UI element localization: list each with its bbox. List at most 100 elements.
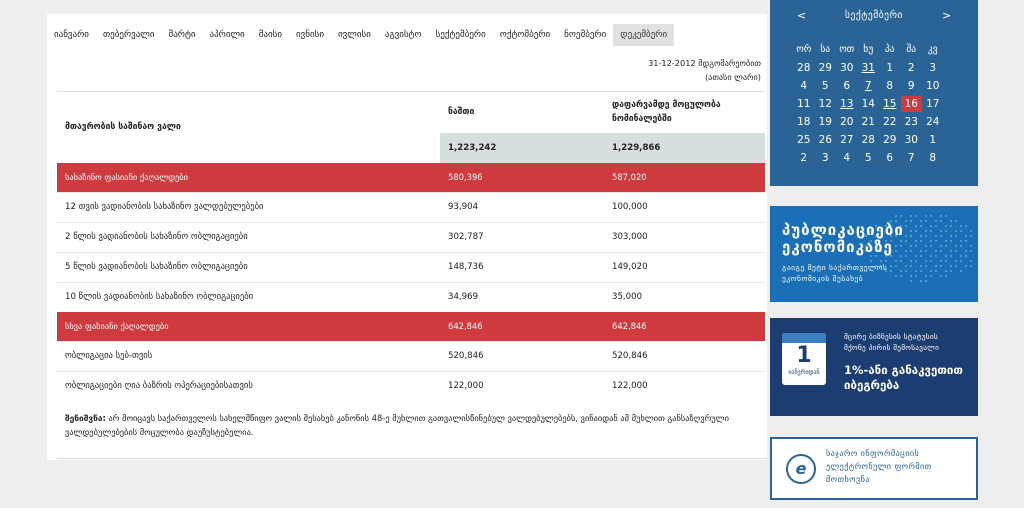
calendar-day[interactable]: 6 [879,150,901,166]
calendar-day[interactable]: 28 [793,60,815,76]
map-dot [915,270,917,272]
month-tabs: იანვარი თებერვალი მარტი აპრილი მაისი ივნ… [47,24,675,46]
calendar-day[interactable]: 13 [836,96,858,112]
calendar-day[interactable]: 7 [858,78,880,94]
calendar-day[interactable]: 14 [858,96,880,112]
map-dot [900,215,902,217]
calendar-day[interactable]: 28 [858,132,880,148]
calendar-day[interactable]: 8 [922,150,944,166]
map-dot [960,255,962,257]
map-dot [890,225,892,227]
tab-month-july[interactable]: ივლისი [331,24,378,46]
note-label: შენიშვნა: [65,413,106,423]
calendar-day[interactable]: 30 [836,60,858,76]
map-dot [925,230,927,232]
map-dot [960,240,962,242]
calendar-day[interactable]: 8 [879,78,901,94]
small-business-banner[interactable]: 1 იანვრიდან მცირე ბიზნესის სტატუსის მქონ… [770,318,978,416]
tab-month-february[interactable]: თებერვალი [96,24,162,46]
map-dot [900,245,902,247]
calendar-day[interactable]: 2 [901,60,923,76]
calendar-day[interactable]: 3 [815,150,837,166]
calendar-day[interactable]: 23 [901,114,923,130]
calendar-day[interactable]: 29 [815,60,837,76]
tab-month-may[interactable]: მაისი [252,24,289,46]
e-letter-icon: e [786,454,816,484]
calendar-day[interactable]: 25 [793,132,815,148]
calendar-day[interactable]: 7 [901,150,923,166]
calendar-day[interactable]: 16 [900,96,922,112]
tab-month-december[interactable]: დეკემბერი [613,24,675,46]
map-dot [945,245,947,247]
map-dot [905,240,907,242]
calendar-day[interactable]: 24 [922,114,944,130]
tab-month-april[interactable]: აპრილი [203,24,252,46]
tab-month-march[interactable]: მარტი [162,24,203,46]
map-dot [955,260,957,262]
calendar-day[interactable]: 22 [879,114,901,130]
calendar-day[interactable]: 6 [836,78,858,94]
calendar-day[interactable]: 1 [879,60,901,76]
calendar-day[interactable]: 17 [922,96,944,112]
calendar-day[interactable]: 3 [922,60,944,76]
map-dot [890,240,892,242]
calendar-day[interactable]: 29 [879,132,901,148]
calendar-next-button[interactable]: > [942,9,951,22]
map-dot [895,230,897,232]
divider [57,458,767,459]
calendar-day[interactable]: 19 [815,114,837,130]
map-dot [970,265,972,267]
calendar-day[interactable]: 30 [901,132,923,148]
e-request-banner[interactable]: e საჯარო ინფორმაციის ელექტრონული ფორმით … [770,437,978,500]
calendar-day[interactable]: 2 [793,150,815,166]
tab-month-september[interactable]: სექტემბერი [429,24,493,46]
publications-title: პუბლიკაციები ეკონომიკაზე [782,221,904,256]
calendar-day[interactable]: 26 [815,132,837,148]
table-row: ობლიგაცია სებ-თვის 520,846 520,846 [57,340,765,371]
calendar-day[interactable]: 10 [922,78,944,94]
calendar-day[interactable]: 31 [858,60,880,76]
map-dot [935,240,937,242]
column-header-nominal: დაფარვამდე მოცულობა ნომინალებში [604,90,765,133]
calendar-day[interactable]: 11 [793,96,815,112]
map-dot [940,265,942,267]
map-dot [965,250,967,252]
calendar-day[interactable]: 5 [815,78,837,94]
calendar-day[interactable]: 20 [836,114,858,130]
map-dot [865,245,867,247]
tab-month-august[interactable]: აგვისტო [378,24,429,46]
map-dot [880,250,882,252]
map-dot [890,235,892,237]
calendar-day[interactable]: 1 [922,132,944,148]
calendar-day[interactable]: 18 [793,114,815,130]
calendar-day[interactable]: 5 [858,150,880,166]
row-label: სხვა ფასიანი ქაღალდები [57,312,440,341]
map-dot [930,225,932,227]
publications-banner[interactable]: პუბლიკაციები ეკონომიკაზე გაიგე მეტი საქა… [770,206,978,302]
map-dot [905,235,907,237]
map-dot [945,240,947,242]
map-dot [905,255,907,257]
map-dot [965,225,967,227]
map-dot [960,230,962,232]
table-row: 2 წლის ვადიანობის სახაზინო ობლიგაციები 3… [57,221,765,252]
map-dot [870,255,872,257]
calendar-day[interactable]: 4 [793,78,815,94]
tab-month-january[interactable]: იანვარი [47,24,96,46]
calendar-day[interactable]: 4 [836,150,858,166]
map-dot [895,265,897,267]
tab-month-june[interactable]: ივნისი [289,24,331,46]
calendar-day[interactable]: 27 [836,132,858,148]
tab-month-november[interactable]: ნოემბერი [557,24,613,46]
tab-month-october[interactable]: ოქტომბერი [493,24,557,46]
map-dot [890,220,892,222]
map-dot [875,265,877,267]
calendar-day[interactable]: 9 [901,78,923,94]
calendar-day[interactable]: 12 [815,96,837,112]
calendar-day[interactable]: 15 [879,96,901,112]
map-dot [870,240,872,242]
calendar-day[interactable]: 21 [858,114,880,130]
map-dot [945,270,947,272]
calendar-weekday: ორ [796,44,812,55]
calendar-weekday: სა [820,44,831,55]
